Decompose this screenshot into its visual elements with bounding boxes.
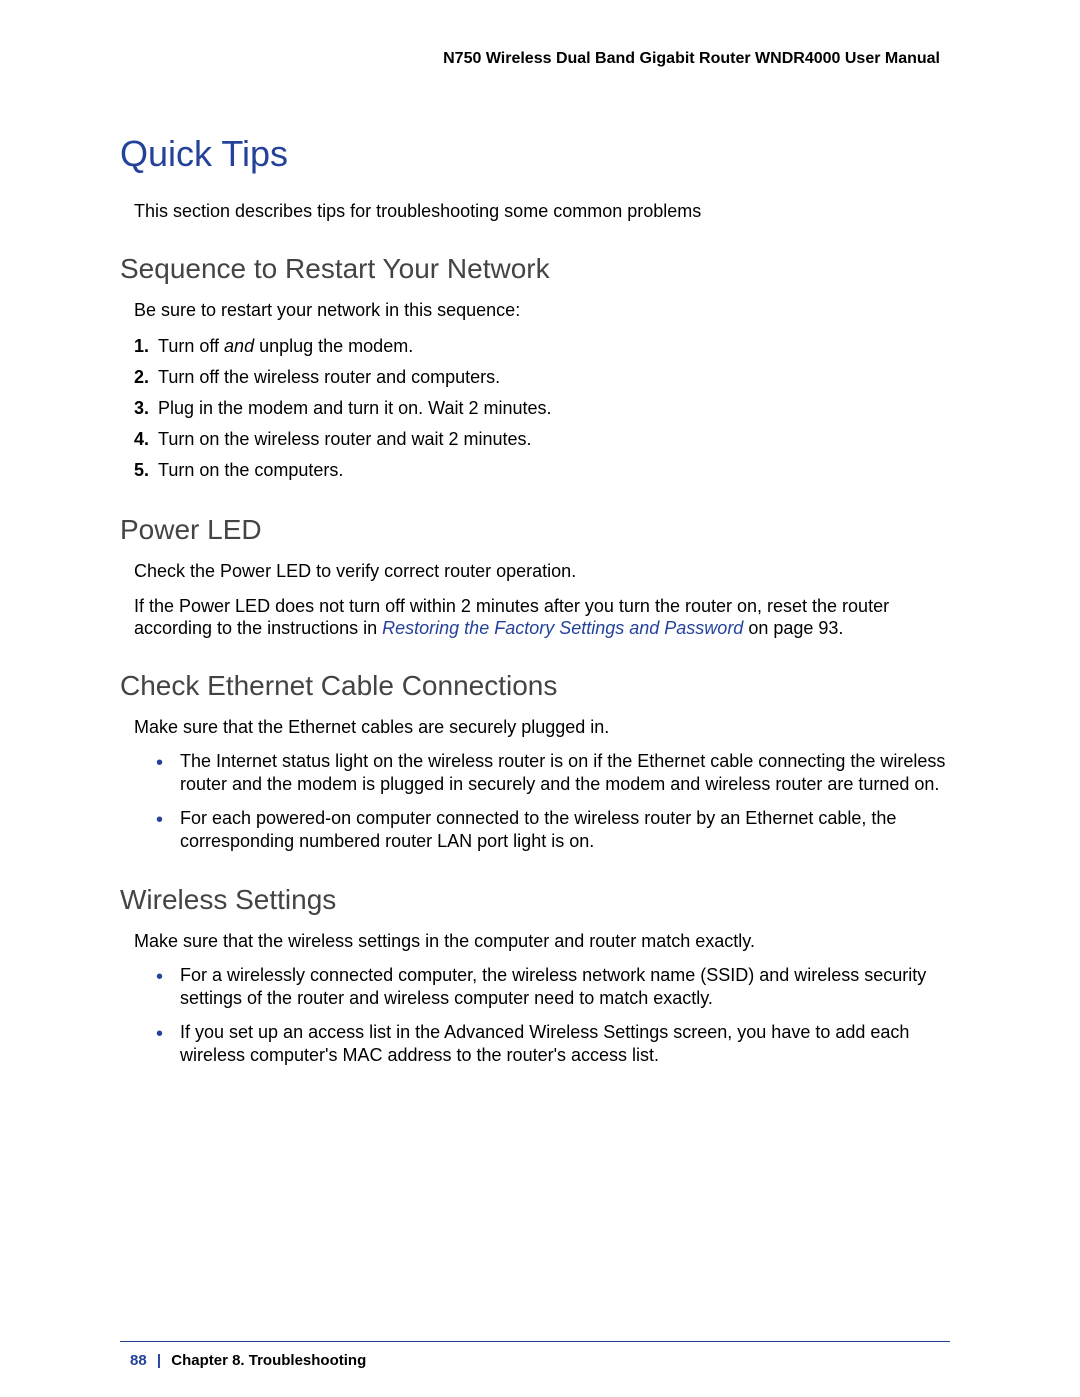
section-lead: Make sure that the wireless settings in … <box>120 930 950 953</box>
page-title: Quick Tips <box>120 133 950 175</box>
bullet-list: For a wirelessly connected computer, the… <box>120 964 950 1068</box>
list-item: 1.Turn off and unplug the modem. <box>134 333 950 360</box>
ordered-steps: 1.Turn off and unplug the modem. 2.Turn … <box>120 333 950 484</box>
section-heading-ethernet: Check Ethernet Cable Connections <box>120 670 950 702</box>
step-text: Turn off the wireless router and compute… <box>158 367 500 387</box>
text-run: on page 93. <box>743 618 843 638</box>
step-text-pre: Turn off <box>158 336 224 356</box>
intro-paragraph: This section describes tips for troubles… <box>120 200 950 223</box>
step-number: 3. <box>134 395 158 422</box>
section-heading-restart: Sequence to Restart Your Network <box>120 253 950 285</box>
page-footer: 88 | Chapter 8. Troubleshooting <box>130 1352 366 1369</box>
step-text: Turn on the wireless router and wait 2 m… <box>158 429 532 449</box>
cross-reference-link[interactable]: Restoring the Factory Settings and Passw… <box>382 618 743 638</box>
chapter-label: Chapter 8. Troubleshooting <box>171 1352 366 1369</box>
step-text: Plug in the modem and turn it on. Wait 2… <box>158 398 552 418</box>
footer-rule <box>120 1341 950 1342</box>
step-text: Turn on the computers. <box>158 460 343 480</box>
running-header: N750 Wireless Dual Band Gigabit Router W… <box>120 50 940 68</box>
section-heading-wireless: Wireless Settings <box>120 884 950 916</box>
step-number: 1. <box>134 333 158 360</box>
section-lead: Make sure that the Ethernet cables are s… <box>120 716 950 739</box>
list-item: For a wirelessly connected computer, the… <box>156 964 950 1011</box>
footer-separator: | <box>157 1352 161 1369</box>
page-number: 88 <box>130 1352 147 1369</box>
section-lead: Be sure to restart your network in this … <box>120 299 950 322</box>
list-item: 4.Turn on the wireless router and wait 2… <box>134 426 950 453</box>
document-page: N750 Wireless Dual Band Gigabit Router W… <box>0 0 1080 1397</box>
list-item: 3.Plug in the modem and turn it on. Wait… <box>134 395 950 422</box>
section-heading-power-led: Power LED <box>120 514 950 546</box>
bullet-list: The Internet status light on the wireles… <box>120 750 950 854</box>
list-item: For each powered-on computer connected t… <box>156 807 950 854</box>
list-item: 5.Turn on the computers. <box>134 457 950 484</box>
body-paragraph: If the Power LED does not turn off withi… <box>120 595 950 640</box>
body-paragraph: Check the Power LED to verify correct ro… <box>120 560 950 583</box>
step-text-emph: and <box>224 336 254 356</box>
list-item: The Internet status light on the wireles… <box>156 750 950 797</box>
step-text-post: unplug the modem. <box>254 336 413 356</box>
list-item: 2.Turn off the wireless router and compu… <box>134 364 950 391</box>
list-item: If you set up an access list in the Adva… <box>156 1021 950 1068</box>
step-number: 4. <box>134 426 158 453</box>
step-number: 2. <box>134 364 158 391</box>
step-number: 5. <box>134 457 158 484</box>
